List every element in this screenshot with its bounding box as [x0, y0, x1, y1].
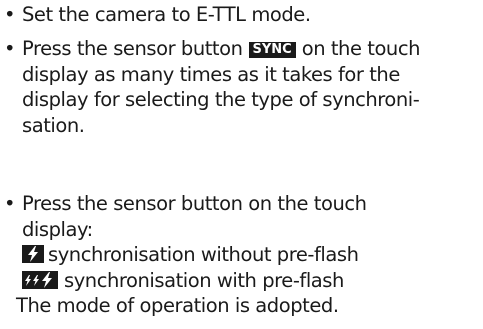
item-text-line: display as many times as it takes for th… [22, 62, 400, 86]
item-text-line: Press the sensor button [22, 37, 243, 60]
item-text-line: sation. [22, 113, 85, 137]
instructions-page: • Set the camera to E-TTL mode. • Press th… [0, 0, 483, 329]
item-text-line: on the touch [301, 37, 421, 60]
list-item: • Press the sensor button SYNC on the touch… [4, 36, 420, 138]
flash-preflash-icon [22, 270, 58, 289]
flash-single-icon [22, 245, 44, 263]
bullet: • [4, 3, 16, 26]
list-item: • Set the camera to E-TTL mode. [4, 2, 311, 28]
item-text-line: display: [22, 217, 93, 241]
bullet: • [4, 192, 16, 215]
item-text: Set the camera to E-TTL mode. [22, 3, 311, 26]
option-text: synchronisation without pre-flash [48, 243, 359, 266]
bullet: • [4, 37, 16, 60]
conclusion-text: The mode of operation is adopted. [16, 294, 339, 317]
item-text-line: Press the sensor button on the touch [22, 192, 367, 215]
item-text-line: display for selecting the type of synchr… [22, 88, 420, 111]
list-item: • Press the sensor button on the touch di… [4, 191, 367, 319]
option-row: synchronisation without pre-flash [4, 242, 367, 268]
option-text: synchronisation with pre-flash [64, 268, 344, 292]
sync-button-icon: SYNC [248, 42, 296, 58]
option-row: synchronisation with pre-flash [4, 268, 367, 294]
